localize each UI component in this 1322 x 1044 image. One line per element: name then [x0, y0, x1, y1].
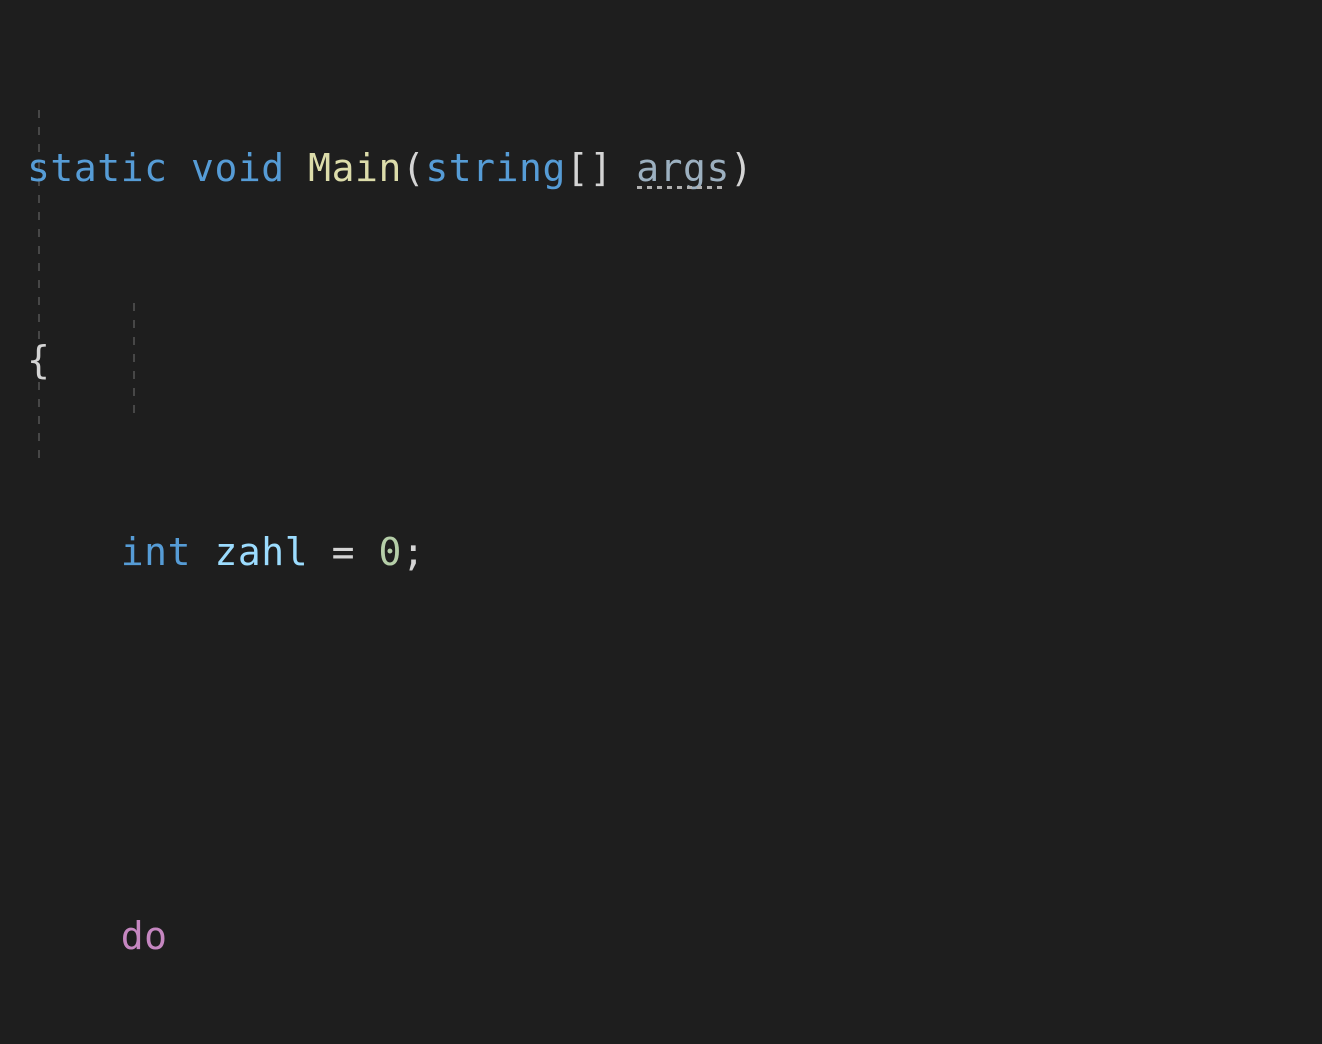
code-block[interactable]: static void Main(string[] args) { int za… — [27, 0, 777, 1044]
code-line-2[interactable]: { — [27, 336, 777, 384]
token-keyword-int: int — [120, 530, 192, 574]
code-editor-surface[interactable]: static void Main(string[] args) { int za… — [0, 0, 1322, 958]
token-number-zero: 0 — [378, 530, 402, 574]
token-array-brackets: [] — [565, 146, 637, 190]
token-paren-close: ) — [729, 146, 754, 190]
token-keyword-string: string — [425, 146, 566, 190]
code-line-3[interactable]: int zahl = 0; — [27, 528, 777, 576]
token-keyword-do: do — [120, 914, 168, 958]
token-method-main: Main — [308, 146, 402, 190]
token-paren-open: ( — [401, 146, 426, 190]
token-keyword-void: void — [191, 146, 285, 190]
code-line-1[interactable]: static void Main(string[] args) — [27, 144, 777, 192]
token-parameter-args: args — [636, 146, 730, 190]
token-semicolon: ; — [401, 530, 426, 574]
code-line-4-blank[interactable] — [27, 720, 777, 768]
token-operator-assign: = — [308, 530, 379, 574]
token-brace-open-method: { — [27, 338, 51, 382]
token-keyword-static: static — [27, 146, 168, 190]
code-line-5[interactable]: do — [27, 912, 777, 960]
token-variable-zahl-declaration: zahl — [214, 530, 309, 574]
